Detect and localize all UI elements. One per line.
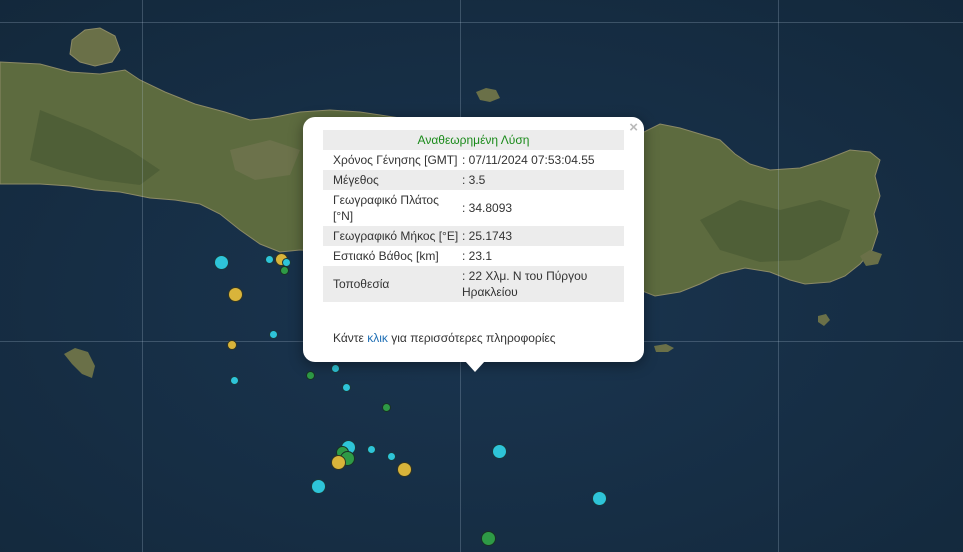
location-value: : 22 Χλμ. Ν του Πύργου Ηρακλείου bbox=[460, 266, 624, 302]
earthquake-details-table: Αναθεωρημένη Λύση Χρόνος Γένησης [GMT] :… bbox=[323, 130, 624, 302]
graticule-line bbox=[778, 0, 779, 552]
latitude-value: : 34.8093 bbox=[462, 201, 513, 215]
earthquake-marker[interactable] bbox=[311, 479, 326, 494]
earthquake-marker[interactable] bbox=[342, 383, 351, 392]
earthquake-marker[interactable] bbox=[230, 376, 239, 385]
earthquake-marker[interactable] bbox=[481, 531, 496, 546]
graticule-line bbox=[0, 22, 963, 23]
close-icon[interactable]: × bbox=[629, 120, 638, 136]
earthquake-info-popup: × Αναθεωρημένη Λύση Χρόνος Γένησης [GMT]… bbox=[303, 117, 644, 362]
longitude-label: Γεωγραφικό Μήκος [°E] bbox=[323, 226, 460, 246]
earthquake-marker[interactable] bbox=[331, 364, 340, 373]
earthquake-marker[interactable] bbox=[387, 452, 396, 461]
magnitude-label: Μέγεθος bbox=[323, 170, 460, 190]
earthquake-marker[interactable] bbox=[269, 330, 278, 339]
more-info-prefix: Κάντε bbox=[333, 331, 364, 345]
magnitude-value: : 3.5 bbox=[460, 170, 624, 190]
graticule-line bbox=[142, 0, 143, 552]
more-info-link[interactable]: κλικ bbox=[367, 331, 388, 345]
depth-value: : 23.1 bbox=[462, 249, 493, 263]
longitude-value: : 25.1743 bbox=[460, 226, 624, 246]
depth-label: Εστιακό Βάθος [km] bbox=[333, 249, 439, 263]
earthquake-marker[interactable] bbox=[592, 491, 607, 506]
earthquake-marker[interactable] bbox=[214, 255, 229, 270]
solution-header: Αναθεωρημένη Λύση bbox=[323, 130, 624, 150]
location-label: Τοποθεσία bbox=[323, 266, 460, 302]
earthquake-marker[interactable] bbox=[280, 266, 289, 275]
more-info-suffix: για περισσότερες πληροφορίες bbox=[391, 331, 556, 345]
earthquake-marker[interactable] bbox=[227, 340, 237, 350]
popup-pointer bbox=[465, 361, 485, 372]
origin-time-label: Χρόνος Γένησης [GMT] bbox=[333, 153, 458, 167]
latitude-label: Γεωγραφικό Πλάτος [°N] bbox=[333, 193, 439, 223]
earthquake-marker[interactable] bbox=[306, 371, 315, 380]
earthquake-marker[interactable] bbox=[492, 444, 507, 459]
origin-time-value: : 07/11/2024 07:53:04.55 bbox=[462, 153, 595, 167]
earthquake-marker[interactable] bbox=[265, 255, 274, 264]
earthquake-marker[interactable] bbox=[382, 403, 391, 412]
earthquake-marker[interactable] bbox=[397, 462, 412, 477]
earthquake-marker[interactable] bbox=[367, 445, 376, 454]
earthquake-marker[interactable] bbox=[331, 455, 346, 470]
more-info-line: Κάντε κλικ για περισσότερες πληροφορίες bbox=[333, 331, 556, 345]
earthquake-marker[interactable] bbox=[228, 287, 243, 302]
